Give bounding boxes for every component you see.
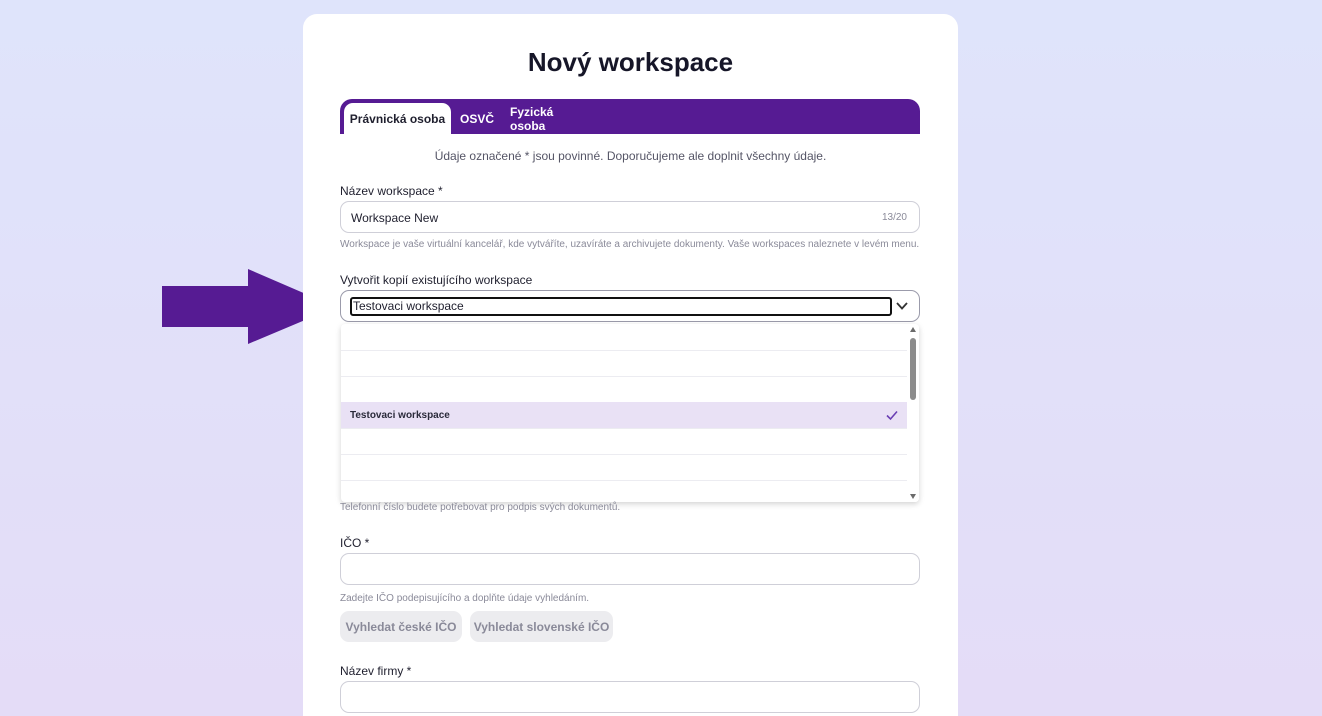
page-title: Nový workspace bbox=[527, 47, 734, 77]
new-workspace-card: Nový workspace Právnická osoba OSVČ Fyzi… bbox=[303, 14, 958, 716]
required-fields-note: Údaje označené * jsou povinné. Doporučuj… bbox=[434, 149, 827, 163]
workspace-name-value: Workspace New bbox=[351, 211, 439, 225]
scroll-down-icon[interactable] bbox=[910, 494, 916, 499]
copy-workspace-search-input[interactable]: Testovaci workspace bbox=[350, 297, 892, 316]
dropdown-option[interactable] bbox=[341, 376, 907, 403]
tab-fyzicka-osoba[interactable]: Fyzická osoba bbox=[510, 103, 588, 134]
search-slovak-ico-button[interactable]: Vyhledat slovenské IČO bbox=[470, 611, 613, 642]
entity-type-tabs: Právnická osoba OSVČ Fyzická osoba bbox=[340, 99, 920, 134]
workspace-name-label: Název workspace * bbox=[340, 184, 443, 198]
scroll-up-icon[interactable] bbox=[910, 327, 916, 332]
dropdown-option[interactable] bbox=[341, 324, 907, 351]
search-czech-ico-button[interactable]: Vyhledat české IČO bbox=[340, 611, 462, 642]
company-name-label: Název firmy * bbox=[340, 664, 412, 678]
checkmark-icon bbox=[886, 410, 898, 421]
dropdown-scrollbar[interactable] bbox=[907, 324, 919, 502]
ico-input[interactable] bbox=[340, 553, 920, 585]
tab-osvc[interactable]: OSVČ bbox=[456, 103, 498, 134]
ico-help: Zadejte IČO podepisujícího a doplňte úda… bbox=[340, 593, 590, 604]
ico-label: IČO * bbox=[340, 536, 370, 550]
copy-workspace-label: Vytvořit kopií existujícího workspace bbox=[340, 273, 533, 287]
dropdown-option[interactable] bbox=[341, 480, 907, 502]
company-name-input[interactable] bbox=[340, 681, 920, 713]
scrollbar-thumb[interactable] bbox=[910, 338, 916, 400]
char-counter: 13/20 bbox=[881, 212, 907, 223]
dropdown-option[interactable] bbox=[341, 428, 907, 455]
dropdown-option[interactable] bbox=[341, 350, 907, 377]
workspace-name-help: Workspace je vaše virtuální kancelář, kd… bbox=[340, 239, 920, 250]
phone-help: Telefonní číslo budete potřebovat pro po… bbox=[340, 502, 621, 513]
copy-workspace-select[interactable]: Testovaci workspace bbox=[340, 290, 920, 322]
copy-workspace-dropdown: Testovaci workspace bbox=[341, 324, 919, 502]
dropdown-option[interactable] bbox=[341, 454, 907, 481]
dropdown-option-selected[interactable]: Testovaci workspace bbox=[341, 402, 907, 429]
dropdown-option-label: Testovaci workspace bbox=[350, 409, 450, 421]
tab-pravnicka-osoba[interactable]: Právnická osoba bbox=[344, 103, 451, 134]
workspace-name-input[interactable]: Workspace New 13/20 bbox=[340, 201, 920, 233]
chevron-down-icon[interactable] bbox=[895, 299, 909, 313]
